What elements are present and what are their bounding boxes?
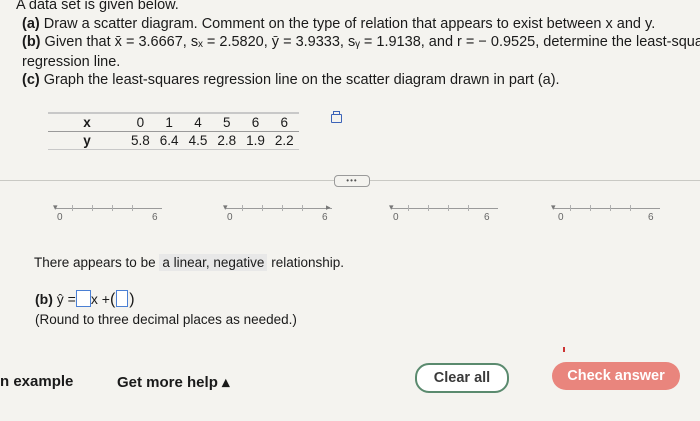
axis-max-label: 6 (648, 212, 654, 223)
graph-option-c[interactable]: ▾ 0 6 (388, 200, 498, 230)
relation-dropdown[interactable]: a linear, negative (159, 254, 268, 271)
part-b-label: (b) (22, 34, 41, 50)
axis-tick (262, 205, 263, 211)
axis-tick (468, 205, 469, 211)
clear-all-button[interactable]: Clear all (415, 363, 509, 393)
y-cell: 5.8 (126, 131, 155, 150)
graph-option-b[interactable]: ▾ 0 6 ▸ (222, 200, 332, 230)
y-cell: 4.5 (183, 131, 213, 150)
axis-tick (448, 205, 449, 211)
answer-b-label: (b) (35, 291, 53, 307)
y-cell: 1.9 (241, 131, 270, 150)
axis-tick (428, 205, 429, 211)
intro-text: A data set is given below. (16, 0, 179, 13)
check-answer-button[interactable]: Check answer (552, 362, 680, 390)
equation-start: ŷ = (56, 291, 76, 307)
copy-data-icon[interactable] (331, 111, 342, 123)
axis-tick (92, 205, 93, 211)
left-paren: ( (109, 291, 116, 308)
answer-a-sentence: There appears to be a linear, negative r… (34, 254, 344, 271)
axis-tick (610, 205, 611, 211)
rounding-note: (Round to three decimal places as needed… (35, 312, 297, 327)
part-c-label: (c) (22, 72, 40, 88)
red-mark (563, 347, 565, 352)
y-cell: 6.4 (154, 131, 184, 150)
axis-max-label: 6 (484, 212, 490, 223)
part-c-question: (c) Graph the least-squares regression l… (22, 72, 560, 88)
y-cell: 2.2 (269, 131, 299, 150)
right-paren: ) (129, 291, 135, 308)
axis-tick (630, 205, 631, 211)
axis-min-label: 0 (227, 212, 233, 223)
part-a-text: Draw a scatter diagram. Comment on the t… (43, 16, 656, 32)
part-a-question: (a) Draw a scatter diagram. Comment on t… (22, 16, 655, 32)
x-header: x (48, 112, 126, 132)
axis-arrow-icon: ▸ (326, 202, 331, 212)
part-c-text: Graph the least-squares regression line … (43, 72, 560, 88)
axis-tick (302, 205, 303, 211)
x-cell: 1 (154, 112, 184, 132)
example-link[interactable]: n example (0, 373, 73, 390)
x-cell: 5 (212, 112, 242, 132)
answer-b-equation: (b) ŷ = x +() (35, 290, 135, 309)
data-table: x 0 1 4 5 6 6 y 5.8 6.4 4.5 2.8 1.9 2.2 (48, 112, 299, 150)
part-b-question: (b) Given that x̄ = 3.6667, sₓ = 2.5820,… (22, 34, 700, 50)
axis-tick (282, 205, 283, 211)
part-a-label: (a) (22, 16, 40, 32)
table-row-y: y 5.8 6.4 4.5 2.8 1.9 2.2 (48, 131, 299, 150)
axis-tick (242, 205, 243, 211)
axis-tick (570, 205, 571, 211)
slope-input[interactable] (75, 290, 91, 307)
x-cell: 4 (183, 112, 213, 132)
answer-a-prefix: There appears to be (34, 255, 156, 270)
equation-middle: x + (90, 291, 110, 307)
x-cell: 0 (126, 112, 155, 132)
axis-min-label: 0 (57, 212, 63, 223)
y-header: y (48, 131, 126, 150)
axis-min-label: 0 (393, 212, 399, 223)
x-cell: 6 (269, 112, 299, 132)
answer-a-suffix: relationship. (271, 255, 344, 270)
graph-option-a[interactable]: ▾ 0 6 (52, 200, 162, 230)
axis-max-label: 6 (152, 212, 158, 223)
x-cell: 6 (241, 112, 270, 132)
axis-tick (72, 205, 73, 211)
axis-tick (408, 205, 409, 211)
axis-min-label: 0 (558, 212, 564, 223)
table-row-x: x 0 1 4 5 6 6 (48, 112, 299, 132)
part-b-question-cont: regression line. (22, 54, 121, 70)
intercept-input[interactable] (116, 290, 129, 307)
expand-button[interactable]: ••• (334, 175, 370, 187)
axis-tick (112, 205, 113, 211)
graph-option-d[interactable]: ▾ 0 6 (550, 200, 660, 230)
part-b-text: Given that x̄ = 3.6667, sₓ = 2.5820, ȳ =… (44, 34, 700, 50)
axis-max-label: 6 (322, 212, 328, 223)
axis-tick (132, 205, 133, 211)
axis-tick (590, 205, 591, 211)
axis-arrow-icon: ▾ (551, 202, 556, 212)
y-cell: 2.8 (212, 131, 242, 150)
get-more-help-link[interactable]: Get more help ▴ (117, 373, 230, 391)
